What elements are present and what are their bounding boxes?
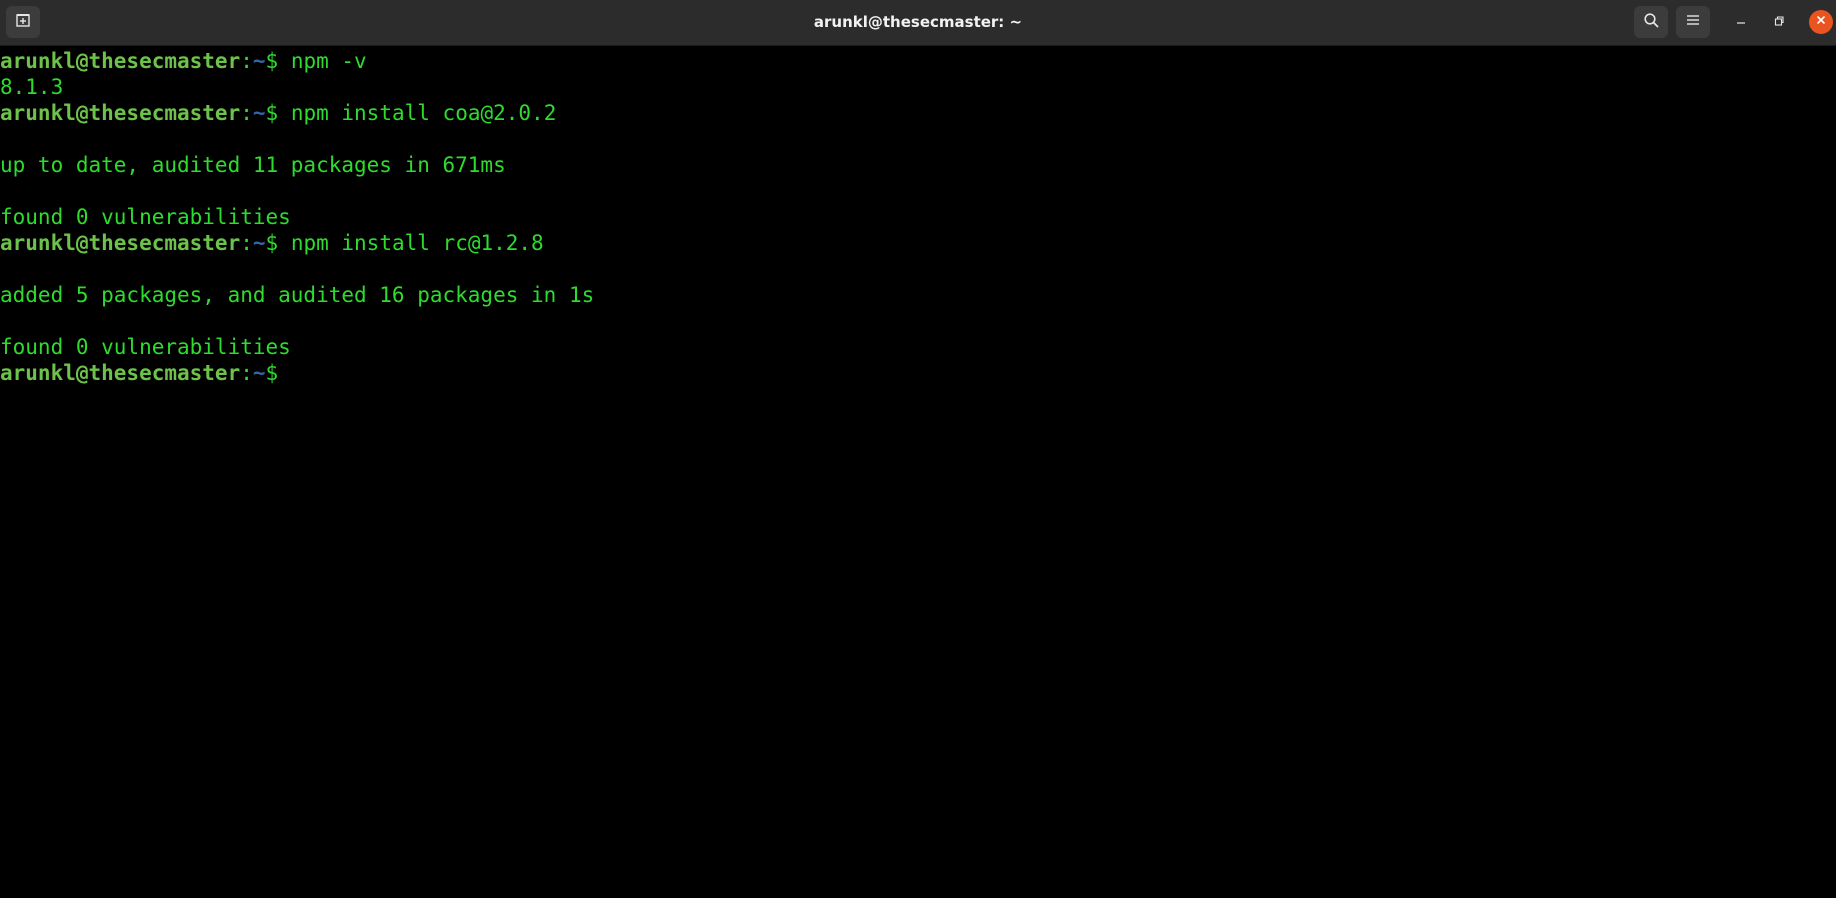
output-text: 8.1.3 xyxy=(0,75,64,99)
prompt-separator: : xyxy=(240,101,253,125)
prompt-line: arunkl@thesecmaster:~$ npm install rc@1.… xyxy=(0,230,1836,256)
output-line: 8.1.3 xyxy=(0,74,1836,100)
output-text: added 5 packages, and audited 16 package… xyxy=(0,283,595,307)
prompt-user-host: arunkl@thesecmaster xyxy=(0,361,241,385)
prompt-separator: : xyxy=(240,231,253,255)
maximize-button[interactable] xyxy=(1766,10,1792,36)
prompt-path: ~ xyxy=(252,361,266,385)
output-line: added 5 packages, and audited 16 package… xyxy=(0,282,1836,308)
prompt-symbol: $ xyxy=(265,361,291,385)
title-bar: arunkl@thesecmaster: ~ xyxy=(0,0,1836,46)
prompt-path: ~ xyxy=(252,101,266,125)
new-tab-button[interactable] xyxy=(6,6,40,38)
output-line: found 0 vulnerabilities xyxy=(0,334,1836,360)
search-icon xyxy=(1643,12,1659,33)
prompt-line: arunkl@thesecmaster:~$ npm install coa@2… xyxy=(0,100,1836,126)
terminal-output[interactable]: arunkl@thesecmaster:~$ npm -v 8.1.3 arunkl… xyxy=(0,48,1836,898)
prompt-separator: : xyxy=(240,49,253,73)
prompt-path: ~ xyxy=(252,49,266,73)
output-line: up to date, audited 11 packages in 671ms xyxy=(0,152,1836,178)
window-title: arunkl@thesecmaster: ~ xyxy=(813,13,1023,31)
prompt-symbol: $ xyxy=(265,231,291,255)
terminal-window: arunkl@thesecmaster: ~ arunkl@thesecmast… xyxy=(0,0,1836,898)
minimize-button[interactable] xyxy=(1728,10,1754,36)
close-icon xyxy=(1815,13,1827,31)
output-text: found 0 vulnerabilities xyxy=(0,205,291,229)
menu-button[interactable] xyxy=(1676,6,1710,38)
prompt-path: ~ xyxy=(252,231,266,255)
output-line: found 0 vulnerabilities xyxy=(0,204,1836,230)
close-button[interactable] xyxy=(1809,10,1833,34)
maximize-icon xyxy=(1773,14,1785,32)
output-text: up to date, audited 11 packages in 671ms xyxy=(0,153,506,177)
hamburger-menu-icon xyxy=(1686,13,1700,32)
command-text: npm -v xyxy=(290,49,367,73)
prompt-line: arunkl@thesecmaster:~$ npm -v xyxy=(0,48,1836,74)
prompt-user-host: arunkl@thesecmaster xyxy=(0,49,241,73)
prompt-symbol: $ xyxy=(265,49,291,73)
output-text: found 0 vulnerabilities xyxy=(0,335,291,359)
prompt-symbol: $ xyxy=(265,101,291,125)
prompt-user-host: arunkl@thesecmaster xyxy=(0,101,241,125)
prompt-line: arunkl@thesecmaster:~$ xyxy=(0,360,1836,386)
search-button[interactable] xyxy=(1634,6,1668,38)
command-text: npm install rc@1.2.8 xyxy=(290,231,544,255)
prompt-user-host: arunkl@thesecmaster xyxy=(0,231,241,255)
command-text: npm install coa@2.0.2 xyxy=(290,101,557,125)
new-tab-icon xyxy=(15,12,31,33)
minimize-icon xyxy=(1735,14,1747,32)
prompt-separator: : xyxy=(240,361,253,385)
